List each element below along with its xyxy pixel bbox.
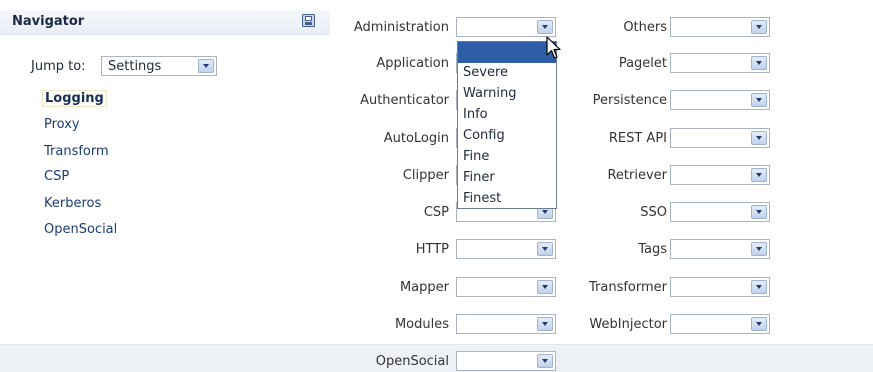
chevron-down-icon[interactable]	[537, 20, 553, 34]
dropdown-option-label: Warning	[463, 86, 517, 101]
navigator-title: Navigator	[12, 14, 85, 29]
nav-item-opensocial[interactable]: OpenSocial	[44, 222, 117, 237]
transformer-select[interactable]	[670, 277, 770, 297]
chevron-down-icon[interactable]	[537, 280, 553, 294]
field-label-others: Others	[623, 20, 667, 35]
http-select[interactable]	[456, 239, 556, 259]
pagelet-select[interactable]	[670, 53, 770, 73]
tags-select[interactable]	[670, 239, 770, 259]
chevron-down-icon[interactable]	[537, 317, 553, 331]
nav-item-logging[interactable]: Logging	[42, 90, 107, 107]
administration-dropdown-list: Severe Warning Info Config Fine Finer Fi…	[457, 41, 557, 209]
field-label-retriever: Retriever	[607, 168, 667, 183]
nav-item-csp[interactable]: CSP	[44, 169, 69, 184]
chevron-down-icon[interactable]	[751, 317, 767, 331]
field-label-webinjector: WebInjector	[589, 317, 667, 332]
jump-to-label: Jump to:	[31, 59, 86, 74]
sso-select[interactable]	[670, 202, 770, 222]
field-label-modules: Modules	[394, 317, 449, 332]
dropdown-option-severe[interactable]: Severe	[458, 63, 556, 84]
dropdown-option-label: Config	[463, 128, 505, 143]
dropdown-option-empty[interactable]	[458, 42, 556, 63]
dropdown-option-label: Fine	[463, 149, 490, 164]
jump-to-value: Settings	[108, 59, 162, 74]
persistence-select[interactable]	[670, 90, 770, 110]
chevron-down-icon[interactable]	[751, 242, 767, 256]
field-label-administration: Administration	[353, 20, 449, 35]
dropdown-option-info[interactable]: Info	[458, 105, 556, 126]
chevron-down-icon[interactable]	[198, 59, 214, 73]
dropdown-option-label: Info	[463, 107, 488, 122]
field-label-mapper: Mapper	[399, 280, 449, 295]
jump-to-select[interactable]: Settings	[101, 56, 217, 76]
dropdown-option-label: Finer	[463, 170, 495, 185]
chevron-down-icon[interactable]	[537, 354, 553, 368]
field-label-csp: CSP	[423, 205, 449, 220]
administration-select[interactable]	[456, 17, 556, 37]
save-icon[interactable]	[302, 14, 315, 27]
chevron-down-icon[interactable]	[751, 20, 767, 34]
field-label-http: HTTP	[415, 242, 449, 257]
modules-select[interactable]	[456, 314, 556, 334]
dropdown-option-finer[interactable]: Finer	[458, 168, 556, 189]
field-label-sso: SSO	[640, 205, 667, 220]
chevron-down-icon[interactable]	[537, 242, 553, 256]
retriever-select[interactable]	[670, 165, 770, 185]
chevron-down-icon[interactable]	[751, 131, 767, 145]
dropdown-option-fine[interactable]: Fine	[458, 147, 556, 168]
field-label-autologin: AutoLogin	[383, 131, 449, 146]
dropdown-option-config[interactable]: Config	[458, 126, 556, 147]
field-label-application: Application	[376, 56, 449, 71]
chevron-down-icon[interactable]	[751, 93, 767, 107]
webinjector-select[interactable]	[670, 314, 770, 334]
chevron-down-icon[interactable]	[751, 56, 767, 70]
field-label-tags: Tags	[638, 242, 667, 257]
nav-item-transform[interactable]: Transform	[44, 144, 109, 159]
field-label-authenticator: Authenticator	[360, 93, 449, 108]
dropdown-option-warning[interactable]: Warning	[458, 84, 556, 105]
dropdown-option-label: Finest	[463, 191, 502, 206]
chevron-down-icon[interactable]	[751, 280, 767, 294]
field-label-opensocial: OpenSocial	[375, 354, 449, 369]
mapper-select[interactable]	[456, 277, 556, 297]
field-label-persistence: Persistence	[592, 93, 667, 108]
rest-api-select[interactable]	[670, 128, 770, 148]
chevron-down-icon[interactable]	[751, 168, 767, 182]
field-label-transformer: Transformer	[588, 280, 667, 295]
field-label-clipper: Clipper	[402, 168, 449, 183]
dropdown-option-label: Severe	[463, 65, 508, 80]
field-label-pagelet: Pagelet	[618, 56, 667, 71]
chevron-down-icon[interactable]	[751, 205, 767, 219]
mouse-cursor-icon	[546, 36, 561, 59]
field-label-rest-api: REST API	[608, 131, 667, 146]
opensocial-select[interactable]	[456, 351, 556, 371]
nav-item-proxy[interactable]: Proxy	[44, 117, 80, 132]
nav-item-kerberos[interactable]: Kerberos	[44, 196, 101, 211]
navigator-header: Navigator	[0, 10, 330, 35]
others-select[interactable]	[670, 17, 770, 37]
dropdown-option-finest[interactable]: Finest	[458, 189, 556, 210]
navigator-panel: Navigator Jump to: Settings Logging Prox…	[0, 0, 330, 244]
